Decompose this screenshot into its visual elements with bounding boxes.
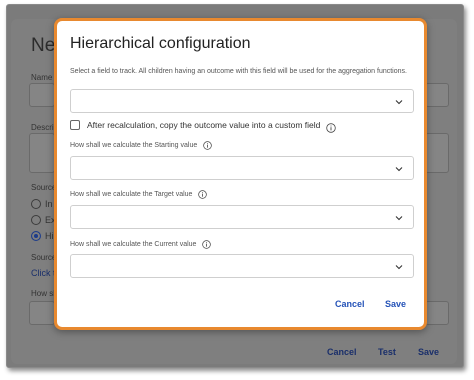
- current-value-label-row: How shall we calculate the Current value: [70, 240, 212, 249]
- bg-radio-label-in: In: [45, 199, 53, 209]
- target-value-label: How shall we calculate the Target value: [70, 191, 193, 198]
- bg-description-field: [29, 133, 55, 173]
- info-icon[interactable]: [202, 240, 212, 249]
- bg-label-source: Source: [31, 183, 57, 192]
- bg-radio-in: [31, 199, 41, 209]
- current-value-select[interactable]: [70, 254, 414, 278]
- bg-how-field-end: [425, 301, 449, 325]
- starting-value-label-row: How shall we calculate the Starting valu…: [70, 141, 212, 150]
- save-button[interactable]: Save: [385, 299, 406, 309]
- bg-name-field: [29, 83, 55, 107]
- starting-value-label: How shall we calculate the Starting valu…: [70, 142, 198, 149]
- bg-label-description: Descri: [31, 123, 54, 132]
- bg-name-field-end: [425, 83, 449, 107]
- target-value-label-row: How shall we calculate the Target value: [70, 190, 208, 199]
- hierarchical-configuration-modal: Hierarchical configuration Select a fiel…: [54, 18, 427, 330]
- copy-outcome-row: After recalculation, copy the outcome va…: [70, 119, 337, 133]
- bg-radio-hi: [31, 231, 41, 241]
- bg-click-link: Click t: [31, 268, 56, 278]
- chevron-down-icon: [395, 165, 403, 173]
- info-icon[interactable]: [198, 190, 208, 199]
- chevron-down-icon: [395, 263, 403, 271]
- chevron-down-icon: [395, 214, 403, 222]
- copy-outcome-label: After recalculation, copy the outcome va…: [87, 120, 321, 130]
- modal-title: Hierarchical configuration: [70, 35, 251, 52]
- bg-radio-label-hi: Hi: [45, 231, 54, 241]
- info-icon[interactable]: [326, 120, 337, 133]
- target-value-select[interactable]: [70, 205, 414, 229]
- current-value-label: How shall we calculate the Current value: [70, 241, 197, 248]
- bg-description-field-end: [425, 133, 449, 173]
- bg-how-field: [29, 301, 55, 325]
- bg-cancel-button: Cancel: [327, 347, 357, 357]
- chevron-down-icon: [395, 98, 403, 106]
- bg-radio-ex: [31, 215, 41, 225]
- modal-description: Select a field to track. All children ha…: [70, 68, 407, 75]
- cancel-button[interactable]: Cancel: [335, 299, 365, 309]
- starting-value-select[interactable]: [70, 156, 414, 180]
- info-icon[interactable]: [203, 141, 212, 150]
- bg-save-button: Save: [418, 347, 440, 357]
- copy-outcome-checkbox[interactable]: [70, 120, 80, 130]
- screenshot-frame: New Name Descri Source In Ex Hi Source C…: [6, 4, 464, 368]
- bg-label-source-2: Source: [31, 253, 57, 262]
- field-select[interactable]: [70, 89, 414, 113]
- bg-test-button: Test: [378, 347, 396, 357]
- bg-label-name: Name: [31, 73, 53, 82]
